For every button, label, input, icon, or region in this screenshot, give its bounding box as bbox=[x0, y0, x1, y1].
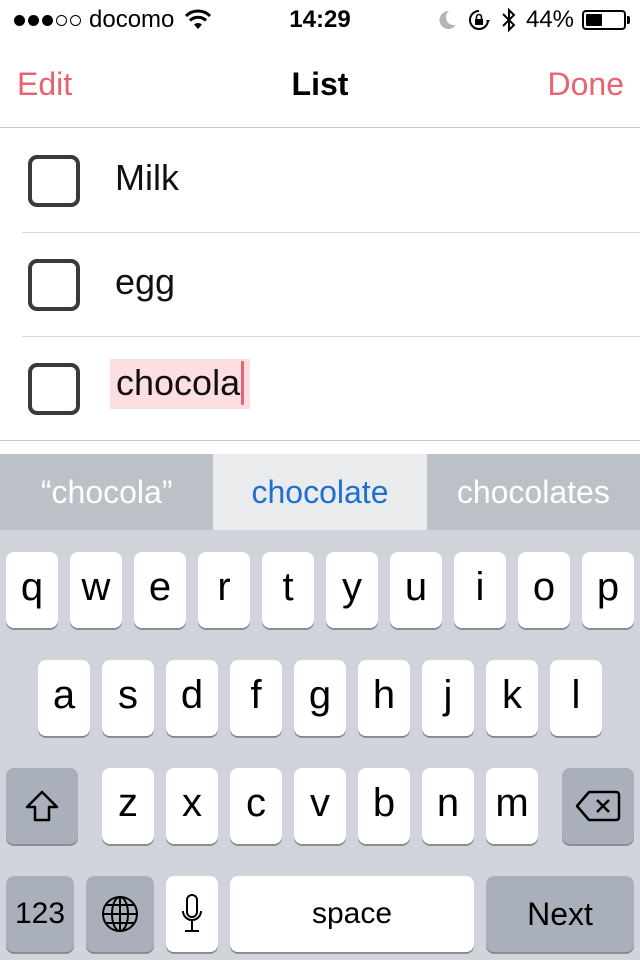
key-label: p bbox=[596, 564, 620, 609]
key-label: n bbox=[436, 780, 460, 825]
key-label: t bbox=[282, 564, 294, 609]
key-c[interactable]: c bbox=[230, 768, 282, 844]
list-item[interactable]: Milk bbox=[22, 129, 640, 233]
delete-key[interactable] bbox=[562, 768, 634, 844]
key-label: e bbox=[148, 564, 172, 609]
key-label: u bbox=[404, 564, 428, 609]
key-j[interactable]: j bbox=[422, 660, 474, 736]
key-e[interactable]: e bbox=[134, 552, 186, 628]
suggestion-primary[interactable]: chocolate bbox=[213, 454, 427, 530]
key-label: s bbox=[118, 672, 138, 717]
list-item[interactable]: egg bbox=[22, 233, 640, 337]
globe-icon bbox=[102, 896, 138, 932]
navigation-bar: Edit List Done bbox=[0, 40, 640, 128]
key-q[interactable]: q bbox=[6, 552, 58, 628]
key-o[interactable]: o bbox=[518, 552, 570, 628]
item-text[interactable]: Milk bbox=[115, 157, 179, 199]
key-s[interactable]: s bbox=[102, 660, 154, 736]
key-g[interactable]: g bbox=[294, 660, 346, 736]
suggestion-typed[interactable]: “chocola” bbox=[0, 454, 213, 530]
battery-icon bbox=[582, 10, 630, 30]
key-label: i bbox=[475, 564, 485, 609]
key-a[interactable]: a bbox=[38, 660, 90, 736]
edit-button[interactable]: Edit bbox=[17, 66, 72, 103]
key-label: y bbox=[342, 564, 362, 609]
key-x[interactable]: x bbox=[166, 768, 218, 844]
space-key-label: space bbox=[311, 897, 393, 930]
key-label: g bbox=[308, 672, 332, 717]
key-d[interactable]: d bbox=[166, 660, 218, 736]
key-label: k bbox=[502, 672, 522, 717]
key-h[interactable]: h bbox=[358, 660, 410, 736]
rotation-lock-icon bbox=[468, 10, 490, 30]
key-label: b bbox=[372, 780, 396, 825]
key-r[interactable]: r bbox=[198, 552, 250, 628]
item-text[interactable]: egg bbox=[115, 261, 175, 303]
key-z[interactable]: z bbox=[102, 768, 154, 844]
key-label: l bbox=[571, 672, 581, 717]
key-u[interactable]: u bbox=[390, 552, 442, 628]
key-row-4: 123 space Next bbox=[0, 876, 640, 952]
moon-icon bbox=[439, 10, 456, 29]
page-title: List bbox=[291, 66, 349, 102]
item-text-input[interactable]: chocola bbox=[110, 359, 251, 409]
key-label: o bbox=[532, 564, 556, 609]
key-f[interactable]: f bbox=[230, 660, 282, 736]
checkbox[interactable] bbox=[28, 155, 80, 207]
todo-list: Milk egg chocola bbox=[0, 129, 640, 441]
key-k[interactable]: k bbox=[486, 660, 538, 736]
key-label: q bbox=[20, 564, 44, 609]
list-item-editing[interactable]: chocola bbox=[0, 337, 640, 441]
numbers-key-label: 123 bbox=[14, 897, 66, 930]
key-y[interactable]: y bbox=[326, 552, 378, 628]
key-t[interactable]: t bbox=[262, 552, 314, 628]
shift-icon bbox=[25, 790, 59, 822]
next-key[interactable]: Next bbox=[486, 876, 634, 952]
key-label: r bbox=[217, 564, 231, 609]
key-label: a bbox=[52, 672, 76, 717]
key-label: m bbox=[495, 780, 529, 825]
input-value: chocola bbox=[116, 362, 241, 403]
key-label: x bbox=[182, 780, 202, 825]
key-label: h bbox=[372, 672, 396, 717]
numbers-key[interactable]: 123 bbox=[6, 876, 74, 952]
key-p[interactable]: p bbox=[582, 552, 634, 628]
done-button[interactable]: Done bbox=[548, 66, 625, 103]
key-n[interactable]: n bbox=[422, 768, 474, 844]
battery-percent: 44% bbox=[525, 6, 574, 33]
key-label: w bbox=[81, 564, 111, 609]
key-label: d bbox=[180, 672, 204, 717]
keyboard: “chocola” chocolate chocolates qwer t yu i o… bbox=[0, 454, 640, 960]
key-label: j bbox=[443, 672, 453, 717]
key-label: z bbox=[118, 780, 138, 825]
suggestion-alternate[interactable]: chocolates bbox=[427, 454, 640, 530]
key-b[interactable]: b bbox=[358, 768, 410, 844]
checkbox[interactable] bbox=[28, 259, 80, 311]
status-right: 44% bbox=[436, 6, 630, 34]
key-row-2: asd f gh j k l bbox=[0, 660, 640, 736]
microphone-icon bbox=[182, 894, 202, 932]
space-key[interactable]: space bbox=[230, 876, 474, 952]
key-l[interactable]: l bbox=[550, 660, 602, 736]
next-key-label: Next bbox=[527, 895, 593, 932]
checkbox[interactable] bbox=[28, 363, 80, 415]
dictation-key[interactable] bbox=[166, 876, 218, 952]
key-i[interactable]: i bbox=[454, 552, 506, 628]
bluetooth-icon bbox=[502, 7, 516, 33]
status-bar: docomo 14:29 44% bbox=[0, 0, 640, 40]
predictive-bar: “chocola” chocolate chocolates bbox=[0, 454, 640, 530]
key-label: c bbox=[246, 780, 266, 825]
text-caret bbox=[241, 361, 245, 405]
marked-text: chocola bbox=[110, 359, 251, 409]
key-label: f bbox=[250, 672, 262, 717]
key-row-1: qwer t yu i op bbox=[0, 552, 640, 628]
globe-key[interactable] bbox=[86, 876, 154, 952]
key-m[interactable]: m bbox=[486, 768, 538, 844]
backspace-icon bbox=[575, 790, 621, 822]
key-v[interactable]: v bbox=[294, 768, 346, 844]
key-row-3: zxcvbnm bbox=[0, 768, 640, 844]
key-label: v bbox=[310, 780, 330, 825]
shift-key[interactable] bbox=[6, 768, 78, 844]
key-w[interactable]: w bbox=[70, 552, 122, 628]
